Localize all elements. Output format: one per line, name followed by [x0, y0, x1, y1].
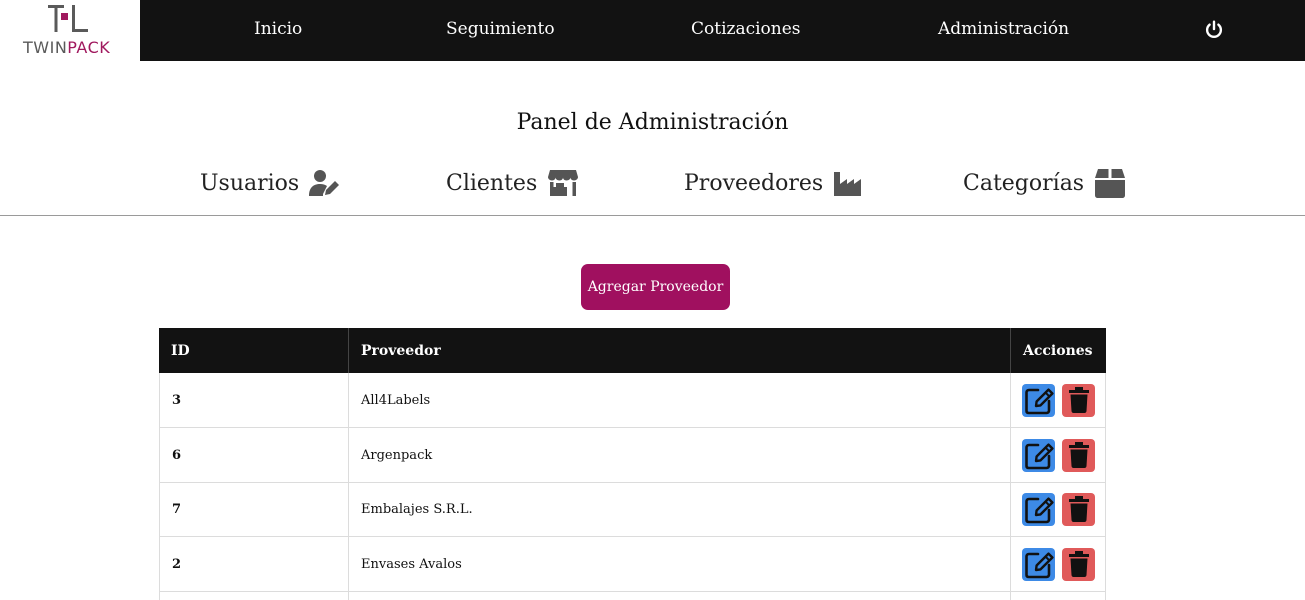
delete-button[interactable]: [1062, 547, 1095, 581]
trash-icon: [1068, 551, 1089, 577]
edit-button[interactable]: [1022, 547, 1055, 581]
header-proveedor: Proveedor: [348, 328, 1010, 373]
delete-button[interactable]: [1062, 383, 1095, 417]
page-title: Panel de Administración: [516, 110, 789, 135]
box-icon: [1095, 169, 1126, 198]
cell-actions: [1011, 537, 1106, 591]
brand-logo[interactable]: TWINPACK: [0, 0, 140, 61]
cell-id: [160, 591, 349, 600]
tab-usuarios[interactable]: Usuarios: [200, 166, 341, 200]
store-icon: [548, 170, 579, 196]
delete-button[interactable]: [1062, 438, 1095, 472]
nav-inicio[interactable]: Inicio: [254, 19, 302, 39]
nav-administracion[interactable]: Administración: [938, 19, 1069, 39]
cell-actions: [1011, 428, 1106, 482]
cell-proveedor: All4Labels: [349, 373, 1011, 427]
cell-proveedor: Embalajes S.R.L.: [349, 482, 1011, 536]
table-row: 3 All4Labels: [159, 373, 1106, 428]
edit-button[interactable]: [1022, 383, 1055, 417]
power-icon[interactable]: [1203, 19, 1225, 41]
tab-proveedores[interactable]: Proveedores: [684, 166, 865, 200]
cell-id: 6: [160, 428, 349, 482]
edit-icon: [1024, 388, 1054, 415]
tab-usuarios-label: Usuarios: [200, 170, 300, 196]
brand-name-twin: TWIN: [23, 38, 68, 57]
cell-proveedor: Envases Avalos: [349, 537, 1011, 591]
edit-icon: [1024, 552, 1054, 579]
twinpack-logo-mark: [48, 5, 88, 32]
nav-cotizaciones[interactable]: Cotizaciones: [691, 19, 801, 39]
cell-id: 7: [160, 482, 349, 536]
tab-clientes[interactable]: Clientes: [446, 166, 579, 200]
edit-icon: [1024, 443, 1054, 470]
cell-id: 3: [160, 373, 349, 427]
tab-categorias[interactable]: Categorías: [963, 166, 1126, 200]
delete-button[interactable]: [1062, 492, 1095, 526]
table-row: 2 Envases Avalos: [159, 537, 1106, 592]
tab-proveedores-label: Proveedores: [684, 170, 824, 196]
section-divider: [0, 215, 1305, 216]
nav-seguimiento[interactable]: Seguimiento: [446, 19, 555, 39]
table-row: [159, 591, 1106, 600]
cell-actions: [1011, 373, 1106, 427]
user-edit-icon: [309, 170, 340, 196]
cell-proveedor: Argenpack: [349, 428, 1011, 482]
industry-icon: [834, 172, 862, 196]
tab-clientes-label: Clientes: [446, 170, 538, 196]
cell-actions: [1011, 482, 1106, 536]
header-id: ID: [171, 342, 190, 359]
edit-button[interactable]: [1022, 492, 1055, 526]
cell-proveedor: [349, 591, 1011, 600]
brand-name: TWINPACK: [23, 38, 110, 57]
edit-button[interactable]: [1022, 438, 1055, 472]
header-acciones: Acciones: [1010, 328, 1106, 373]
add-provider-button[interactable]: Agregar Proveedor: [581, 264, 730, 310]
brand-name-pack: PACK: [67, 38, 111, 57]
table-row: 7 Embalajes S.R.L.: [159, 482, 1106, 537]
edit-icon: [1024, 497, 1054, 524]
trash-icon: [1068, 496, 1089, 522]
tab-categorias-label: Categorías: [963, 170, 1085, 196]
trash-icon: [1068, 442, 1089, 468]
cell-id: 2: [160, 537, 349, 591]
table-header: ID Proveedor Acciones: [159, 328, 1106, 373]
table-row: 6 Argenpack: [159, 428, 1106, 483]
trash-icon: [1068, 387, 1089, 413]
top-navbar: TWINPACK Inicio Seguimiento Cotizaciones…: [0, 0, 1305, 61]
